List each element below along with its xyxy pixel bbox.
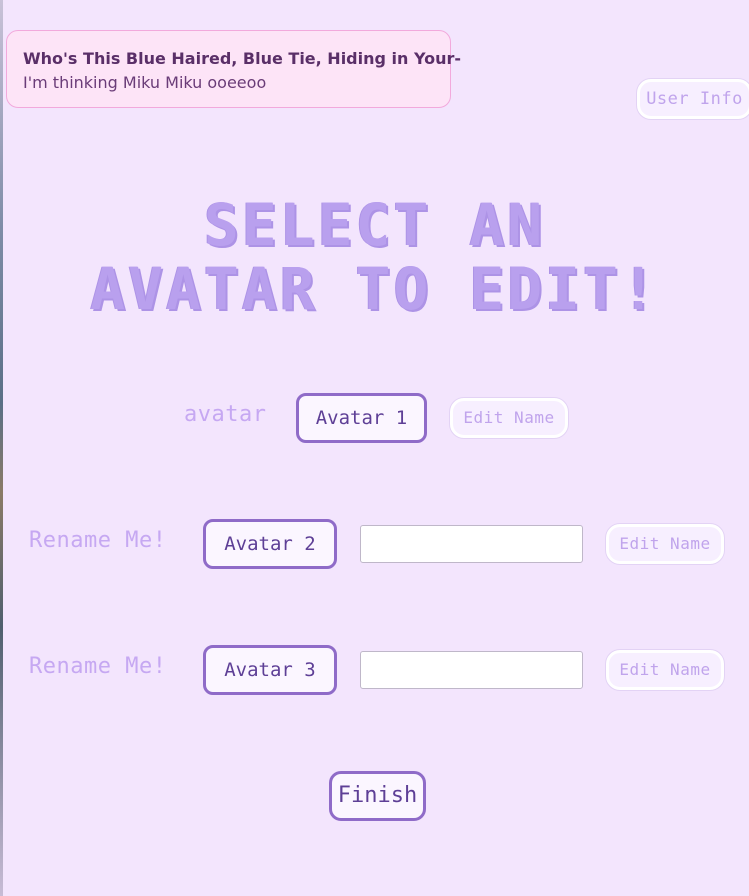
- avatar-1-button[interactable]: Avatar 1: [296, 393, 427, 443]
- notification-toast[interactable]: Who's This Blue Haired, Blue Tie, Hiding…: [6, 30, 462, 108]
- notification-body: I'm thinking Miku Miku ooeeoo: [23, 73, 267, 92]
- rename-input-3[interactable]: [360, 651, 583, 689]
- avatar-name-label-2: Rename Me!: [29, 528, 167, 553]
- page-title: SELECT AN AVATAR TO EDIT!: [0, 193, 749, 321]
- avatar-2-button[interactable]: Avatar 2: [203, 519, 337, 569]
- avatar-3-button[interactable]: Avatar 3: [203, 645, 337, 695]
- background-edge: [0, 0, 3, 896]
- avatar-name-label-3: Rename Me!: [29, 654, 167, 679]
- edit-name-button-1[interactable]: Edit Name: [450, 398, 568, 438]
- edit-name-button-2[interactable]: Edit Name: [606, 524, 724, 564]
- page-title-line-1: SELECT AN: [203, 191, 546, 259]
- page-title-line-2: AVATAR TO EDIT!: [90, 255, 659, 323]
- finish-button[interactable]: Finish: [329, 771, 426, 821]
- notification-title: Who's This Blue Haired, Blue Tie, Hiding…: [23, 49, 462, 68]
- edit-name-button-3[interactable]: Edit Name: [606, 650, 724, 690]
- rename-input-2[interactable]: [360, 525, 583, 563]
- user-info-button[interactable]: User Info: [637, 79, 749, 119]
- avatar-name-label-1: avatar: [184, 402, 267, 427]
